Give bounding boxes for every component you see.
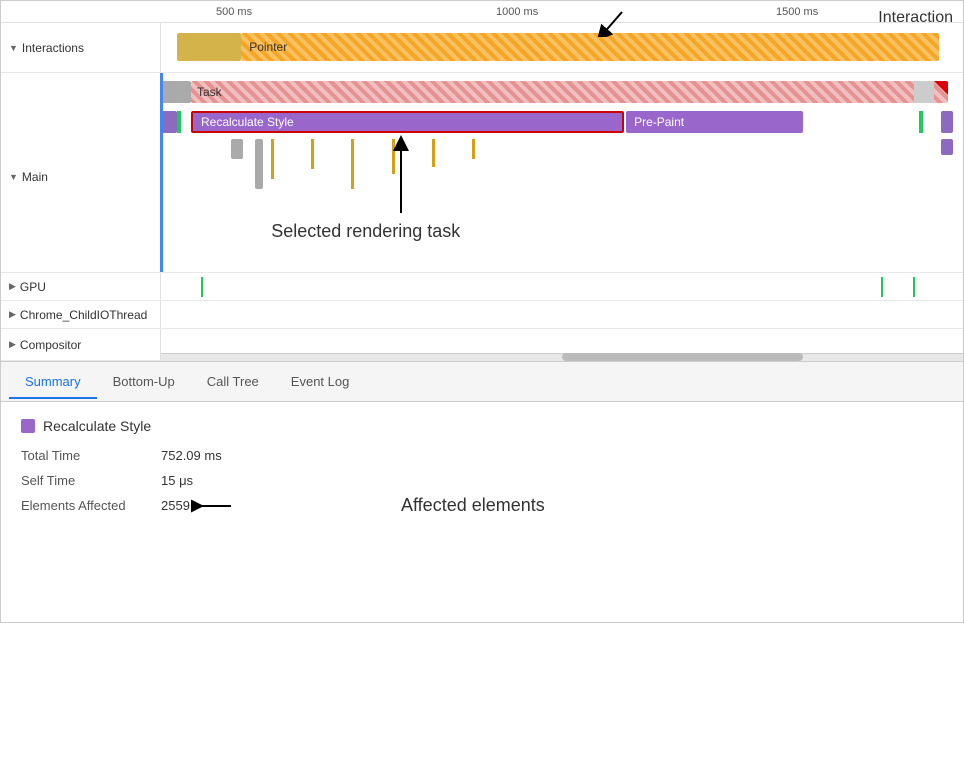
green-bar-2: [919, 111, 923, 133]
chrome-child-label: ▶ Chrome_ChildIOThread: [1, 301, 161, 328]
interaction-arrow: [562, 7, 642, 37]
elements-arrow: [191, 494, 391, 518]
compositor-row: ▶ Compositor: [1, 329, 963, 361]
self-time-value: 15 μs: [161, 473, 193, 488]
tab-event-log[interactable]: Event Log: [275, 366, 366, 399]
gpu-green-3: [913, 277, 915, 297]
task-gray-right: [914, 81, 934, 103]
gray-sub-1: [231, 139, 243, 159]
event-color-swatch: [21, 419, 35, 433]
gpu-track: [161, 273, 963, 301]
timeline-area: 500 ms 1000 ms 1500 ms ▼ Interactions Po…: [1, 1, 963, 362]
gpu-green-1: [201, 277, 203, 297]
yellow-bar-1: [271, 139, 274, 179]
elements-value: 2559: [161, 498, 190, 513]
selected-arrow: [351, 133, 471, 223]
elements-row: Elements Affected 2559 Affected elements: [21, 498, 943, 513]
yellow-bar-4: [392, 139, 395, 174]
task-label: Task: [197, 85, 222, 99]
pre-paint-label: Pre-Paint: [634, 115, 684, 129]
tab-call-tree[interactable]: Call Tree: [191, 366, 275, 399]
interaction-annotation: Interaction: [878, 9, 953, 27]
elements-label: Elements Affected: [21, 498, 161, 513]
tabs-bar: Summary Bottom-Up Call Tree Event Log: [1, 362, 963, 402]
summary-event-title: Recalculate Style: [21, 418, 943, 434]
tab-summary[interactable]: Summary: [9, 366, 97, 399]
compositor-track: [161, 329, 963, 361]
task-red-corner: [934, 81, 948, 95]
total-time-label: Total Time: [21, 448, 161, 463]
compositor-triangle: ▶: [9, 339, 16, 350]
chrome-child-row: ▶ Chrome_ChildIOThread: [1, 301, 963, 329]
time-label-1500: 1500 ms: [776, 6, 818, 18]
task-stripes: [191, 81, 948, 103]
main-label: ▼ Main: [1, 73, 161, 272]
time-label-500: 500 ms: [216, 6, 252, 18]
scrollbar-thumb[interactable]: [562, 353, 803, 361]
total-time-value: 752.09 ms: [161, 448, 222, 463]
selected-annotation: Selected rendering task: [271, 221, 460, 242]
gpu-label: ▶ GPU: [1, 273, 161, 300]
pointer-label: Pointer: [249, 40, 287, 54]
summary-panel: Recalculate Style Total Time 752.09 ms S…: [1, 402, 963, 622]
green-bar-1: [177, 111, 181, 133]
devtools-panel: 500 ms 1000 ms 1500 ms ▼ Interactions Po…: [0, 0, 964, 623]
yellow-bar-3: [351, 139, 354, 189]
time-ruler: 500 ms 1000 ms 1500 ms: [1, 1, 963, 23]
self-time-label: Self Time: [21, 473, 161, 488]
yellow-bar-2: [311, 139, 314, 169]
self-time-row: Self Time 15 μs: [21, 473, 943, 488]
main-track: Task Recalculate Style Pre-Paint: [161, 73, 963, 273]
event-name: Recalculate Style: [43, 418, 151, 434]
blue-border: [160, 73, 163, 272]
compositor-label: ▶ Compositor: [1, 329, 161, 360]
gpu-triangle: ▶: [9, 281, 16, 292]
tab-bottom-up[interactable]: Bottom-Up: [97, 366, 191, 399]
purple-small-right: [941, 111, 953, 133]
recalculate-label: Recalculate Style: [201, 115, 294, 129]
yellow-bar-5: [432, 139, 435, 167]
task-block: Task: [191, 81, 948, 103]
time-label-1000: 1000 ms: [496, 6, 538, 18]
gray-sub-2: [255, 139, 263, 189]
main-triangle: ▼: [9, 172, 18, 182]
pointer-bar: Pointer: [241, 33, 939, 61]
pre-paint-bar: Pre-Paint: [626, 111, 802, 133]
chrome-child-track: [161, 301, 963, 329]
gpu-row: ▶ GPU: [1, 273, 963, 301]
gpu-green-2: [881, 277, 883, 297]
interactions-track: Pointer Interaction: [161, 23, 963, 73]
recalculate-style-bar[interactable]: Recalculate Style: [191, 111, 624, 133]
total-time-row: Total Time 752.09 ms: [21, 448, 943, 463]
interaction-yellow-block: [177, 33, 241, 61]
purple-small-br: [941, 139, 953, 155]
interactions-row: ▼ Interactions Pointer: [1, 23, 963, 73]
interactions-label: ▼ Interactions: [1, 23, 161, 72]
main-row: ▼ Main Task: [1, 73, 963, 273]
affected-annotation: Affected elements: [401, 495, 545, 516]
pointer-bar-stripes: [241, 33, 939, 61]
interactions-triangle: ▼: [9, 43, 18, 53]
chrome-triangle: ▶: [9, 309, 16, 320]
gray-block-1: [161, 81, 191, 103]
purple-small-1: [161, 111, 177, 133]
yellow-bar-6: [472, 139, 475, 159]
